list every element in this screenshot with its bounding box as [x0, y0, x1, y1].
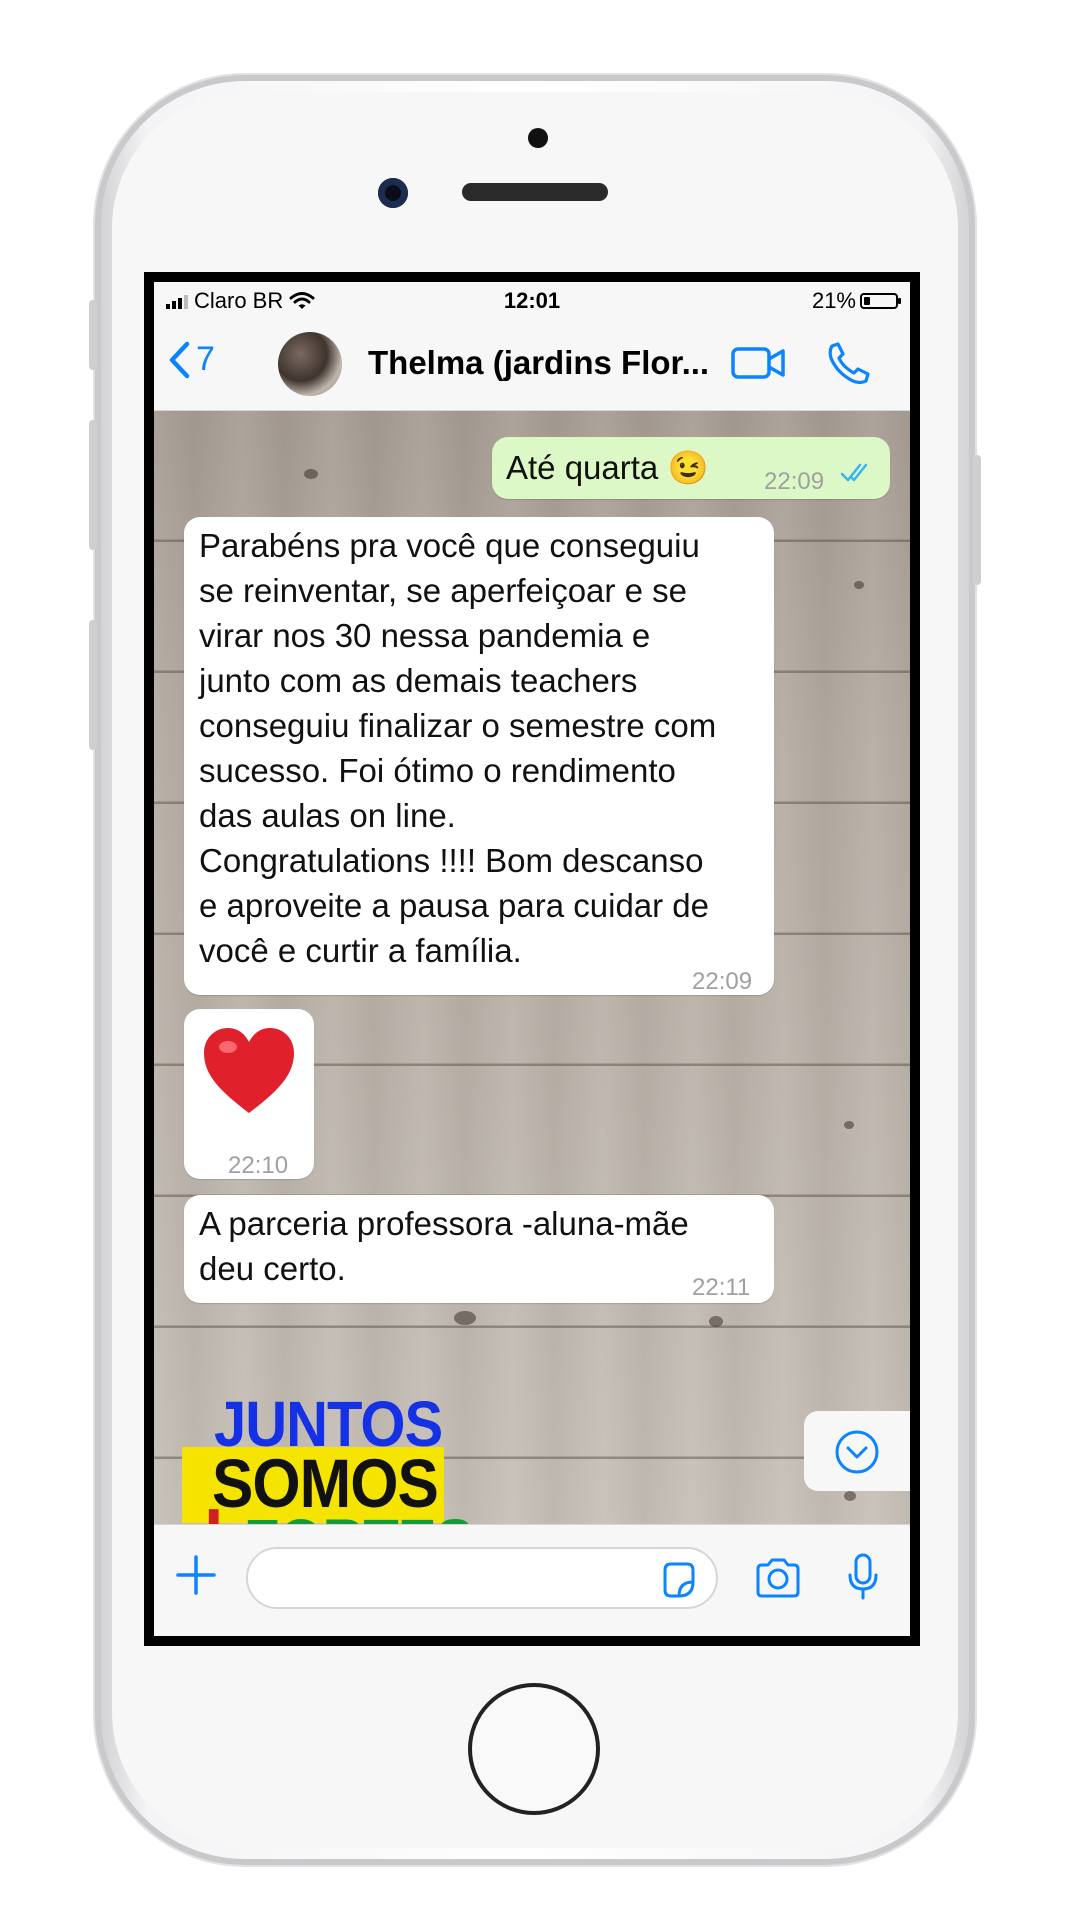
status-time: 12:01 — [503, 288, 561, 313]
avatar[interactable] — [278, 332, 342, 396]
attach-button[interactable] — [174, 1553, 218, 1602]
message-text: A parceria professora -aluna-mãe deu cer… — [199, 1205, 689, 1287]
message-outgoing[interactable]: Até quarta 😉 22:09 — [492, 437, 890, 499]
chat-area: Até quarta 😉 22:09 Parabéns pra você que… — [154, 411, 910, 1578]
mute-switch — [89, 300, 97, 370]
message-time: 22:09 — [692, 968, 753, 995]
front-camera — [378, 178, 408, 208]
battery-percent: 21% — [811, 288, 856, 313]
wood-knot — [854, 581, 864, 589]
message-input[interactable] — [246, 1547, 718, 1609]
camera-button[interactable] — [754, 1557, 802, 1604]
message-time: 22:09 — [764, 468, 825, 495]
wood-knot — [304, 469, 318, 479]
status-bar: Claro BR 12:01 21% — [154, 282, 910, 318]
chevron-down-icon — [835, 1430, 879, 1474]
chat-header: 7 Thelma (jardins Flor... — [154, 318, 910, 411]
microphone-icon — [848, 1553, 878, 1600]
scroll-to-bottom-button[interactable] — [804, 1411, 910, 1491]
battery-icon — [860, 293, 901, 309]
battery-fill — [864, 297, 870, 305]
proximity-sensor — [528, 128, 548, 148]
video-camera-icon — [731, 347, 785, 379]
wood-knot — [844, 1121, 854, 1129]
power-button — [973, 455, 981, 585]
video-call-button[interactable] — [730, 344, 788, 387]
sticker-icon — [663, 1562, 695, 1598]
volume-down-button — [89, 620, 97, 750]
heart-emoji — [204, 1028, 294, 1113]
wood-knot — [454, 1311, 476, 1325]
voice-call-button[interactable] — [826, 340, 872, 391]
sticker-button[interactable] — [659, 1560, 699, 1605]
volume-up-button — [89, 420, 97, 550]
message-incoming-emoji[interactable]: 22:10 — [184, 1009, 314, 1179]
message-text: Até quarta 😉 — [506, 449, 709, 486]
message-time: 22:10 — [228, 1152, 289, 1179]
home-button[interactable] — [468, 1683, 600, 1815]
unread-count: 7 — [196, 340, 215, 378]
plus-icon — [176, 1555, 216, 1595]
wood-knot — [709, 1316, 723, 1327]
camera-icon — [756, 1558, 800, 1598]
wood-knot — [844, 1491, 856, 1501]
battery-group: 21% — [811, 288, 901, 314]
back-button[interactable]: 7 — [168, 340, 215, 379]
chevron-left-icon — [169, 341, 190, 378]
sticker-juntos-somos-fortes[interactable]: JUNTOS SOMOS FORTES + — [182, 1389, 474, 1578]
message-time: 22:11 — [692, 1274, 751, 1301]
message-input-bar — [154, 1524, 910, 1636]
message-incoming[interactable]: A parceria professora -aluna-mãe deu cer… — [184, 1195, 774, 1303]
contact-name[interactable]: Thelma (jardins Flor... — [368, 344, 709, 382]
message-text: Parabéns pra você que conseguiu se reinv… — [199, 527, 717, 969]
voice-message-button[interactable] — [846, 1553, 880, 1606]
whatsapp-chat-screen: Claro BR 12:01 21% 7 Thelma (jardins Flo… — [154, 282, 910, 1636]
phone-icon — [828, 342, 870, 385]
earpiece-speaker — [462, 183, 608, 201]
double-check-icon — [840, 463, 868, 482]
message-incoming[interactable]: Parabéns pra você que conseguiu se reinv… — [184, 517, 774, 995]
